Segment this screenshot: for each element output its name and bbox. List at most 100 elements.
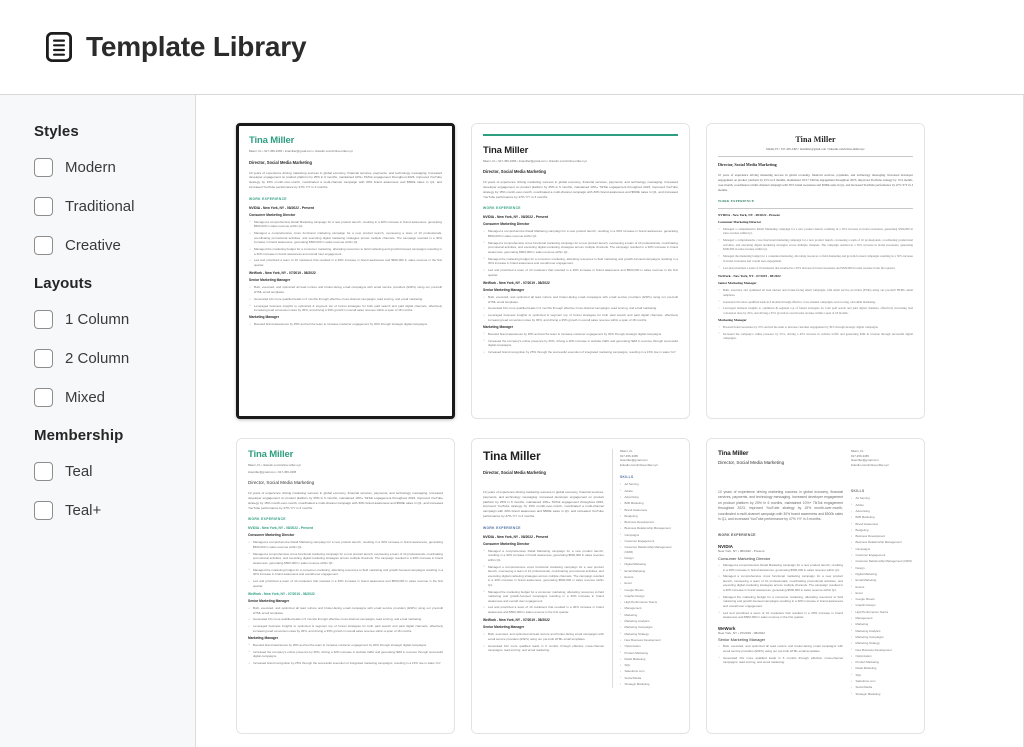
contact-linkedin: linkedin.com/in/tina-miller-nyc bbox=[620, 462, 658, 467]
bullet: Built, executed, and optimized all lead … bbox=[483, 632, 603, 641]
skill-item: Ad Serving bbox=[851, 496, 913, 501]
template-card-4[interactable]: Tina Miller Miami, FL • linkedin.com/in/… bbox=[236, 438, 455, 734]
filter-group-title-membership: Membership bbox=[34, 427, 124, 444]
resume-summary: 10 years of experience driving marketing… bbox=[248, 491, 443, 510]
filter-label-mixed: Mixed bbox=[65, 389, 106, 406]
two-column-layout: Tina Miller Director, Social Media Marke… bbox=[718, 449, 913, 698]
resume-title: Director, Social Media Marketing bbox=[483, 169, 547, 175]
section-heading-skills: SKILLS bbox=[620, 475, 634, 480]
skill-item: Graphic Design bbox=[620, 593, 678, 598]
skill-item: Social Media bbox=[620, 675, 678, 680]
bullet: Managed a comprehensive cross functional… bbox=[718, 238, 914, 252]
job-header-1: NVIDIA - New York, NY - 08/2022 - Presen… bbox=[483, 534, 548, 539]
skill-item: Retail Marketing bbox=[620, 656, 678, 661]
job-bullets-1: Managed a comprehensive Retail Marketing… bbox=[249, 219, 443, 268]
job-header-1: NVIDIA - New York, NY - 08/2022 - Presen… bbox=[248, 526, 313, 531]
template-preview-4: Tina Miller Miami, FL • linkedin.com/in/… bbox=[237, 439, 454, 733]
skill-item: Optimization bbox=[851, 653, 913, 658]
template-card-5[interactable]: Tina Miller Director, Social Media Marke… bbox=[471, 438, 690, 734]
checkbox-mixed[interactable] bbox=[34, 388, 53, 407]
checkbox-modern[interactable] bbox=[34, 158, 53, 177]
job-title-2: Senior Marketing Manager bbox=[718, 281, 757, 286]
template-library-app: Template Library Styles Modern Tradition… bbox=[0, 0, 1024, 747]
template-card-6[interactable]: Tina Miller Director, Social Media Marke… bbox=[706, 438, 925, 734]
bullet: Generated 10x more qualified leads in 6 … bbox=[483, 306, 678, 311]
bullet: Generated 10x more qualified leads in 6 … bbox=[249, 297, 442, 302]
skill-item: Marketing Strategy bbox=[620, 631, 678, 636]
job-title-3: Marketing Manager bbox=[248, 635, 279, 640]
bullet: Built, executed, and optimized all lead … bbox=[718, 288, 914, 297]
resume-summary: 10 years of experience driving marketing… bbox=[483, 490, 604, 518]
main-column: Tina Miller Director, Social Media Marke… bbox=[718, 449, 843, 698]
checkbox-2-column[interactable] bbox=[34, 349, 53, 368]
side-column: Miami, FL 917-456-3465 tinamiller@gmail.… bbox=[851, 449, 913, 698]
resume-name: Tina Miller bbox=[718, 450, 749, 457]
skill-item: Product Marketing bbox=[851, 660, 913, 665]
skill-item: Customer Relationship Management (CRM) bbox=[851, 559, 913, 564]
job-header-2: WeWork - New York, NY - 07/2019 - 08/202… bbox=[483, 281, 550, 286]
app-header: Template Library bbox=[0, 0, 1024, 95]
filter-group-styles: Styles Modern Traditional Creative bbox=[34, 123, 195, 255]
template-card-2[interactable]: Tina Miller Miami, FL • 917-456-3465 • t… bbox=[471, 123, 690, 419]
bullet: Increased the company's online presence … bbox=[248, 649, 444, 659]
resume-title: Director, Social Media Marketing bbox=[249, 159, 313, 165]
skill-item: Campaigns bbox=[851, 546, 913, 551]
template-gallery[interactable]: Tina Miller Miami, FL • 917-456-3465 • t… bbox=[196, 95, 1024, 747]
job-title-2: Senior Marketing Manager bbox=[483, 288, 525, 293]
template-preview-6: Tina Miller Director, Social Media Marke… bbox=[707, 439, 924, 733]
filter-option-traditional[interactable]: Traditional bbox=[34, 197, 195, 216]
header-inner: Template Library bbox=[46, 31, 307, 63]
checkbox-creative[interactable] bbox=[34, 236, 53, 255]
job-header-2: WeWork - New York, NY - 07/2019 - 08/202… bbox=[483, 618, 550, 623]
skill-item: Marketing Analytics bbox=[620, 619, 678, 624]
filter-option-modern[interactable]: Modern bbox=[34, 158, 195, 177]
skill-item: New Business Development bbox=[851, 647, 913, 652]
job-title-3: Marketing Manager bbox=[483, 324, 514, 329]
job-title-1: Consumer Marketing Director bbox=[483, 541, 530, 546]
filter-option-2-column[interactable]: 2 Column bbox=[34, 349, 195, 368]
filter-option-1-column[interactable]: 1 Column bbox=[34, 310, 195, 329]
checkbox-traditional[interactable] bbox=[34, 197, 53, 216]
checkbox-1-column[interactable] bbox=[34, 310, 53, 329]
checkbox-teal[interactable] bbox=[34, 462, 53, 481]
skills-list-5: Ad ServingAdobeAdvertisingB2B MarketingB… bbox=[620, 482, 678, 686]
skill-item: Design bbox=[851, 565, 913, 570]
job-header-2: WeWork - New York, NY - 07/2019 - 08/202… bbox=[248, 592, 315, 597]
skill-item: Management bbox=[620, 606, 678, 611]
job-title-1: Consumer Marketing Director bbox=[483, 222, 530, 227]
job-bullets-1: Managed a comprehensive Retail Marketing… bbox=[248, 540, 444, 588]
bullet: Boosted brand awareness by 25% and led t… bbox=[718, 325, 913, 330]
bullet: Managed the marketing budget for a consu… bbox=[248, 567, 444, 577]
template-card-3[interactable]: Tina Miller Miami, FL • 917-456-3465 • t… bbox=[706, 123, 925, 419]
skill-item: Email Marketing bbox=[620, 568, 678, 573]
bullet: Managed a comprehensive Retail Marketing… bbox=[483, 548, 603, 563]
filter-label-2-column: 2 Column bbox=[65, 350, 130, 367]
job-header-1: NVIDIA - New York, NY - 08/2022 - Presen… bbox=[249, 205, 314, 210]
skill-item: Google Sheets bbox=[851, 597, 913, 602]
skill-item: Graphic Design bbox=[851, 603, 913, 608]
skill-item: Digital Marketing bbox=[620, 562, 678, 567]
checkbox-teal-plus[interactable] bbox=[34, 501, 53, 520]
resume-title: Director, Social Media Marketing bbox=[483, 470, 547, 475]
skill-item: SQL bbox=[620, 663, 678, 668]
skill-item: Excel bbox=[851, 590, 913, 595]
resume-contact-stack: Miami, FL 917-456-3465 tinamiller@gmail.… bbox=[620, 449, 678, 467]
filter-option-teal[interactable]: Teal bbox=[34, 462, 195, 481]
filter-group-title-styles: Styles bbox=[34, 123, 79, 140]
filter-option-mixed[interactable]: Mixed bbox=[34, 388, 195, 407]
job-bullets-3: Boosted brand awareness by 25% and led t… bbox=[248, 642, 444, 666]
skill-item: Advertising bbox=[851, 509, 913, 514]
resume-title: Director, Social Media Marketing bbox=[718, 460, 785, 465]
skill-item: Strategic Marketing bbox=[620, 682, 678, 687]
template-card-1[interactable]: Tina Miller Miami, FL • 917-456-3465 • t… bbox=[236, 123, 455, 419]
filter-label-traditional: Traditional bbox=[65, 198, 135, 215]
skill-item: B2B Marketing bbox=[851, 515, 913, 520]
bullet: Managed a comprehensive Retail Marketing… bbox=[249, 219, 443, 229]
bullet: Managed a comprehensive cross functional… bbox=[248, 551, 444, 566]
section-heading-experience: WORK EXPERIENCE bbox=[248, 517, 286, 522]
resume-contact-line-1: Miami, FL • linkedin.com/in/tina-miller-… bbox=[248, 463, 302, 467]
job-title-1: Consumer Marketing Director bbox=[718, 556, 771, 562]
filter-option-teal-plus[interactable]: Teal+ bbox=[34, 501, 195, 520]
filter-option-creative[interactable]: Creative bbox=[34, 236, 195, 255]
two-column-layout: Tina Miller Director, Social Media Marke… bbox=[483, 449, 678, 689]
